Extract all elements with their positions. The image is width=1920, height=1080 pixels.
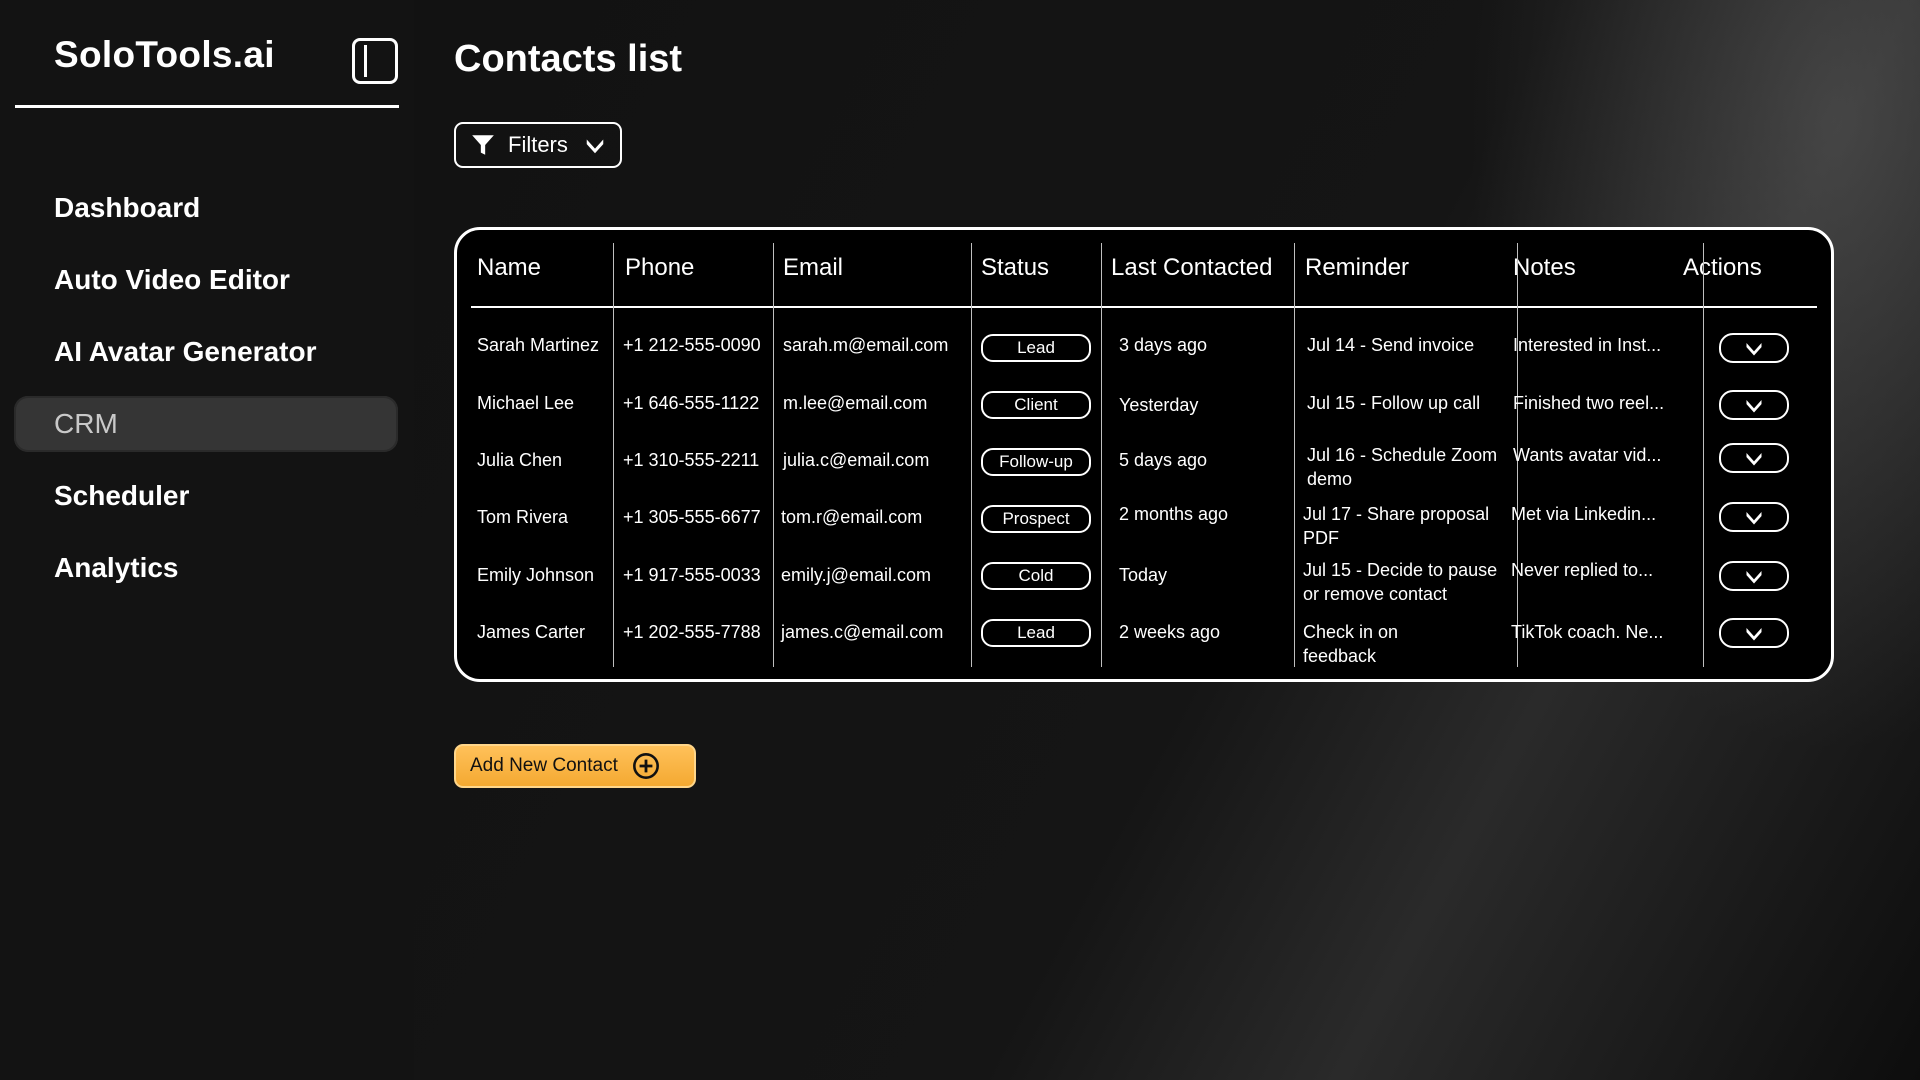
column-divider — [613, 243, 614, 667]
sidebar-nav: Dashboard Auto Video Editor AI Avatar Ge… — [14, 180, 398, 612]
cell-phone: +1 202-555-7788 — [623, 622, 761, 642]
status-badge: Follow-up — [981, 448, 1091, 476]
cell-phone: +1 646-555-1122 — [623, 393, 760, 413]
cell-notes: Finished two reel... — [1513, 393, 1665, 413]
cell-email: m.lee@email.com — [783, 393, 928, 413]
cell-name: Michael Lee — [477, 393, 575, 413]
app-window: SoloTools.ai Dashboard Auto Video Editor… — [0, 0, 1920, 1080]
cell-last-contacted: 3 days ago — [1119, 335, 1208, 355]
row-actions-button[interactable] — [1719, 618, 1789, 648]
cell-reminder: Check in on feedback — [1303, 622, 1399, 666]
cell-last-contacted: Today — [1119, 565, 1168, 585]
brand-divider — [15, 105, 399, 108]
status-badge: Client — [981, 391, 1091, 419]
cell-reminder: Jul 16 - Schedule Zoom demo — [1307, 445, 1498, 489]
contacts-table: Name Phone Email Status Last Contacted R… — [454, 227, 1834, 682]
cell-last-contacted: Yesterday — [1119, 395, 1199, 415]
cell-phone: +1 917-555-0033 — [623, 565, 761, 585]
cell-last-contacted: 5 days ago — [1119, 450, 1208, 470]
sidebar-item-dashboard[interactable]: Dashboard — [14, 180, 398, 236]
column-divider — [773, 243, 774, 667]
column-divider — [971, 243, 972, 667]
chevron-down-icon — [1746, 400, 1762, 413]
cell-phone: +1 212-555-0090 — [623, 335, 761, 355]
cell-email: emily.j@email.com — [781, 565, 931, 585]
cell-reminder: Jul 15 - Follow up call — [1307, 393, 1481, 413]
cell-phone: +1 305-555-6677 — [623, 507, 761, 527]
cell-reminder: Jul 15 - Decide to pause or remove conta… — [1303, 560, 1498, 604]
cell-name: Emily Johnson — [477, 565, 595, 585]
row-actions-button[interactable] — [1719, 390, 1789, 420]
chevron-down-icon — [1746, 343, 1762, 356]
filters-label: Filters — [508, 132, 568, 157]
sidebar-item-scheduler[interactable]: Scheduler — [14, 468, 398, 524]
column-header-name[interactable]: Name — [477, 254, 541, 282]
sidebar-item-crm[interactable]: CRM — [14, 396, 398, 452]
cell-name: Julia Chen — [477, 450, 563, 470]
brand-logo: SoloTools.ai — [54, 34, 275, 75]
cell-name: James Carter — [477, 622, 586, 642]
cell-notes: TikTok coach. Ne... — [1511, 622, 1664, 642]
column-divider — [1294, 243, 1295, 667]
cell-name: Tom Rivera — [477, 507, 569, 527]
column-divider — [1101, 243, 1102, 667]
column-header-reminder[interactable]: Reminder — [1305, 254, 1409, 282]
chevron-down-icon — [586, 139, 604, 154]
sidebar-item-auto-video-editor[interactable]: Auto Video Editor — [14, 252, 398, 308]
column-header-actions: Actions — [1683, 254, 1762, 281]
sidebar-toggle-icon — [364, 45, 367, 77]
cell-email: sarah.m@email.com — [783, 335, 949, 355]
sidebar-item-analytics[interactable]: Analytics — [14, 540, 398, 596]
column-header-email[interactable]: Email — [783, 254, 843, 282]
row-actions-button[interactable] — [1719, 443, 1789, 473]
page-title: Contacts list — [454, 38, 683, 80]
status-badge: Prospect — [981, 505, 1091, 533]
add-new-contact-button[interactable]: Add New Contact — [454, 744, 696, 788]
status-badge: Lead — [981, 619, 1091, 647]
column-divider — [1703, 243, 1704, 667]
cell-reminder: Jul 17 - Share proposal PDF — [1303, 504, 1490, 548]
row-actions-button[interactable] — [1719, 333, 1789, 363]
funnel-icon — [472, 135, 494, 155]
main-content: Contacts list Filters Name Phone Email S… — [414, 0, 1920, 1080]
sidebar-item-ai-avatar-generator[interactable]: AI Avatar Generator — [14, 324, 398, 380]
cell-email: james.c@email.com — [781, 622, 944, 642]
column-header-last-contacted[interactable]: Last Contacted — [1111, 254, 1272, 282]
row-actions-button[interactable] — [1719, 561, 1789, 591]
cell-last-contacted: 2 months ago — [1119, 504, 1229, 524]
sidebar: SoloTools.ai Dashboard Auto Video Editor… — [0, 0, 414, 1080]
status-badge: Cold — [981, 562, 1091, 590]
cell-email: julia.c@email.com — [783, 450, 930, 470]
column-header-status[interactable]: Status — [981, 254, 1049, 282]
cell-reminder: Jul 14 - Send invoice — [1307, 335, 1475, 355]
filters-dropdown-button[interactable]: Filters — [454, 122, 622, 168]
cell-last-contacted: 2 weeks ago — [1119, 622, 1221, 642]
chevron-down-icon — [1746, 571, 1762, 584]
column-header-phone[interactable]: Phone — [625, 254, 694, 282]
chevron-down-icon — [1746, 628, 1762, 641]
sidebar-toggle-button[interactable] — [352, 38, 398, 84]
status-badge: Lead — [981, 334, 1091, 362]
add-new-contact-label: Add New Contact — [470, 755, 618, 776]
cell-notes: Never replied to... — [1511, 560, 1654, 580]
cell-phone: +1 310-555-2211 — [623, 450, 760, 470]
column-header-notes[interactable]: Notes — [1513, 254, 1576, 282]
cell-notes: Wants avatar vid... — [1513, 445, 1662, 465]
chevron-down-icon — [1746, 453, 1762, 466]
row-actions-button[interactable] — [1719, 502, 1789, 532]
cell-name: Sarah Martinez — [477, 335, 600, 355]
cell-notes: Interested in Inst... — [1513, 335, 1662, 355]
header-divider — [471, 306, 1817, 308]
cell-email: tom.r@email.com — [781, 507, 923, 527]
plus-circle-icon — [632, 753, 659, 779]
chevron-down-icon — [1746, 512, 1762, 525]
cell-notes: Met via Linkedin... — [1511, 504, 1657, 524]
